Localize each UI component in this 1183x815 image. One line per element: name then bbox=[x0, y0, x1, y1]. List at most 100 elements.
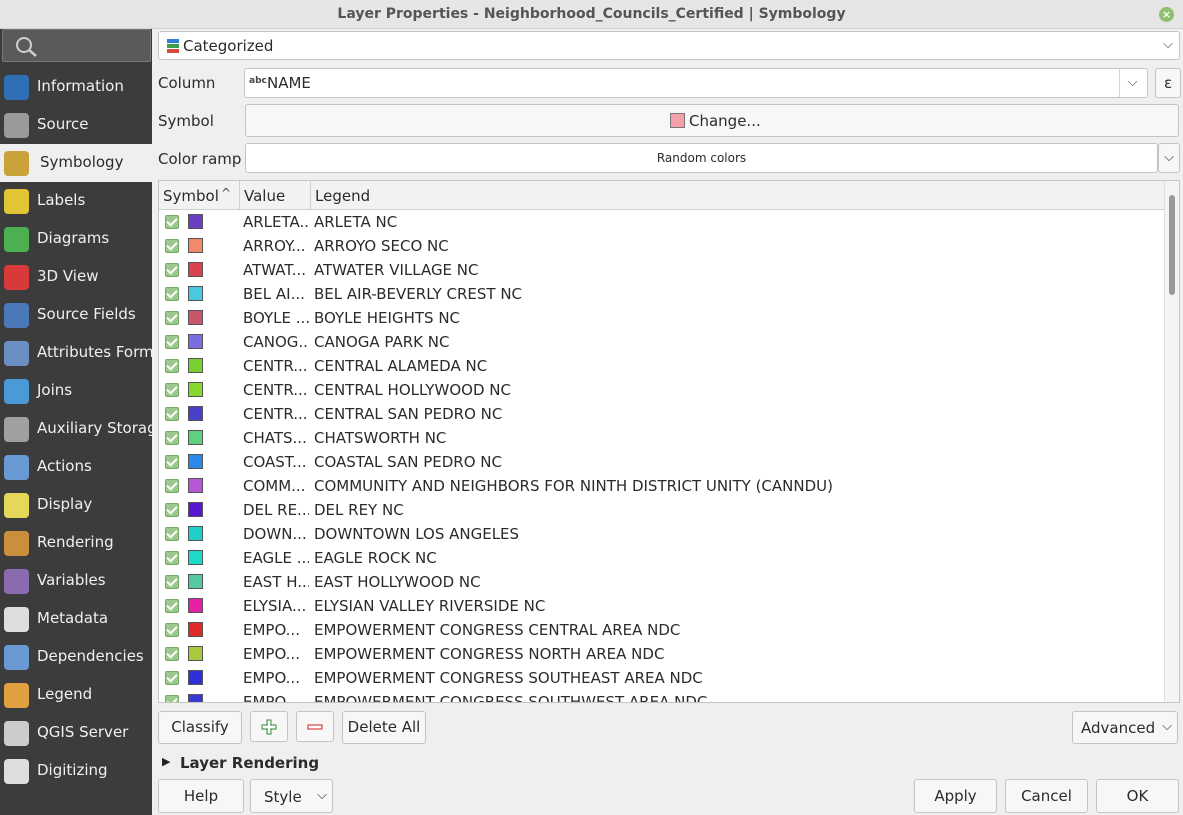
table-row[interactable]: CHATS... CHATSWORTH NC bbox=[159, 426, 1166, 450]
color-ramp-dropdown[interactable]: ⌵ bbox=[1158, 143, 1180, 173]
symbol-swatch[interactable] bbox=[188, 598, 203, 613]
sidebar-item-legend[interactable]: Legend bbox=[0, 676, 152, 714]
table-row[interactable]: EMPO... EMPOWERMENT CONGRESS CENTRAL AREA… bbox=[159, 618, 1166, 642]
category-checkbox[interactable] bbox=[165, 431, 179, 445]
table-row[interactable]: EMPO... EMPOWERMENT CONGRESS SOUTHEAST AR… bbox=[159, 666, 1166, 690]
sidebar-item-3d-view[interactable]: 3D View bbox=[0, 258, 152, 296]
header-value[interactable]: Value bbox=[244, 187, 285, 205]
symbol-swatch[interactable] bbox=[188, 238, 203, 253]
remove-category-button[interactable] bbox=[296, 711, 334, 742]
table-row[interactable]: DOWN... DOWNTOWN LOS ANGELES bbox=[159, 522, 1166, 546]
column-select[interactable]: abc NAME ⌵ bbox=[244, 68, 1148, 98]
table-row[interactable]: EMPO... EMPOWERMENT CONGRESS NORTH AREA N… bbox=[159, 642, 1166, 666]
classify-button[interactable]: Classify bbox=[158, 711, 242, 744]
sidebar-item-labels[interactable]: Labels bbox=[0, 182, 152, 220]
sidebar-item-source-fields[interactable]: Source Fields bbox=[0, 296, 152, 334]
symbol-swatch[interactable] bbox=[188, 382, 203, 397]
renderer-type-select[interactable]: Categorized ⌵ bbox=[158, 31, 1180, 60]
sidebar-item-attributes-form[interactable]: Attributes Form bbox=[0, 334, 154, 372]
sidebar-item-rendering[interactable]: Rendering bbox=[0, 524, 152, 562]
sidebar-item-variables[interactable]: Variables bbox=[0, 562, 152, 600]
symbol-swatch[interactable] bbox=[188, 358, 203, 373]
symbol-swatch[interactable] bbox=[188, 550, 203, 565]
sidebar-item-diagrams[interactable]: Diagrams bbox=[0, 220, 152, 258]
table-row[interactable]: ARLETA... ARLETA NC bbox=[159, 210, 1166, 234]
expression-button[interactable]: ε bbox=[1155, 68, 1181, 98]
symbol-swatch[interactable] bbox=[188, 694, 203, 702]
symbol-swatch[interactable] bbox=[188, 622, 203, 637]
color-ramp-button[interactable]: Random colors bbox=[245, 143, 1158, 173]
table-row[interactable]: COAST... COASTAL SAN PEDRO NC bbox=[159, 450, 1166, 474]
close-icon[interactable]: × bbox=[1159, 7, 1174, 22]
sidebar-item-joins[interactable]: Joins bbox=[0, 372, 152, 410]
categories-table[interactable]: Symbol ^ Value Legend ARLETA... ARLETA NC… bbox=[158, 180, 1180, 703]
symbol-swatch[interactable] bbox=[188, 262, 203, 277]
help-button[interactable]: Help bbox=[158, 779, 244, 813]
category-checkbox[interactable] bbox=[165, 239, 179, 253]
category-checkbox[interactable] bbox=[165, 311, 179, 325]
add-category-button[interactable] bbox=[250, 711, 288, 742]
table-row[interactable]: CENTR... CENTRAL SAN PEDRO NC bbox=[159, 402, 1166, 426]
sidebar-item-auxiliary-storage[interactable]: Auxiliary Storage bbox=[0, 410, 166, 448]
sidebar-item-symbology[interactable]: Symbology bbox=[0, 144, 152, 182]
change-symbol-button[interactable]: Change... bbox=[245, 104, 1179, 137]
header-symbol[interactable]: Symbol bbox=[163, 187, 219, 205]
table-row[interactable]: BOYLE ... BOYLE HEIGHTS NC bbox=[159, 306, 1166, 330]
symbol-swatch[interactable] bbox=[188, 502, 203, 517]
symbol-swatch[interactable] bbox=[188, 286, 203, 301]
search-input[interactable] bbox=[2, 29, 151, 62]
sidebar-item-information[interactable]: Information bbox=[0, 68, 152, 106]
table-row[interactable]: ATWAT... ATWATER VILLAGE NC bbox=[159, 258, 1166, 282]
category-checkbox[interactable] bbox=[165, 551, 179, 565]
table-scrollbar[interactable] bbox=[1164, 181, 1179, 702]
apply-button[interactable]: Apply bbox=[914, 779, 997, 813]
category-checkbox[interactable] bbox=[165, 575, 179, 589]
table-row[interactable]: EAGLE ... EAGLE ROCK NC bbox=[159, 546, 1166, 570]
symbol-swatch[interactable] bbox=[188, 430, 203, 445]
table-row[interactable]: COMM... COMMUNITY AND NEIGHBORS FOR NINTH… bbox=[159, 474, 1166, 498]
style-menu-button[interactable]: Style ⌵ bbox=[250, 779, 333, 813]
category-checkbox[interactable] bbox=[165, 263, 179, 277]
category-checkbox[interactable] bbox=[165, 383, 179, 397]
category-checkbox[interactable] bbox=[165, 671, 179, 685]
table-row[interactable]: CENTR... CENTRAL HOLLYWOOD NC bbox=[159, 378, 1166, 402]
table-row[interactable]: CENTR... CENTRAL ALAMEDA NC bbox=[159, 354, 1166, 378]
symbol-swatch[interactable] bbox=[188, 670, 203, 685]
header-legend[interactable]: Legend bbox=[315, 187, 370, 205]
scrollbar-thumb[interactable] bbox=[1169, 195, 1175, 295]
symbol-swatch[interactable] bbox=[188, 574, 203, 589]
sidebar-item-display[interactable]: Display bbox=[0, 486, 152, 524]
symbol-swatch[interactable] bbox=[188, 478, 203, 493]
table-row[interactable]: ARROY... ARROYO SECO NC bbox=[159, 234, 1166, 258]
ok-button[interactable]: OK bbox=[1096, 779, 1179, 813]
category-checkbox[interactable] bbox=[165, 215, 179, 229]
category-checkbox[interactable] bbox=[165, 335, 179, 349]
table-row[interactable]: ELYSIA... ELYSIAN VALLEY RIVERSIDE NC bbox=[159, 594, 1166, 618]
symbol-swatch[interactable] bbox=[188, 334, 203, 349]
table-row[interactable]: DEL RE... DEL REY NC bbox=[159, 498, 1166, 522]
sidebar-item-qgis-server[interactable]: QGIS Server bbox=[0, 714, 152, 752]
delete-all-button[interactable]: Delete All bbox=[342, 711, 426, 744]
symbol-swatch[interactable] bbox=[188, 454, 203, 469]
table-row[interactable]: BEL AI... BEL AIR-BEVERLY CREST NC bbox=[159, 282, 1166, 306]
symbol-swatch[interactable] bbox=[188, 406, 203, 421]
category-checkbox[interactable] bbox=[165, 407, 179, 421]
category-checkbox[interactable] bbox=[165, 287, 179, 301]
sidebar-item-metadata[interactable]: Metadata bbox=[0, 600, 152, 638]
table-row[interactable]: EMPO... EMPOWERMENT CONGRESS SOUTHWEST AR… bbox=[159, 690, 1166, 702]
symbol-swatch[interactable] bbox=[188, 526, 203, 541]
cancel-button[interactable]: Cancel bbox=[1005, 779, 1088, 813]
table-row[interactable]: EAST H... EAST HOLLYWOOD NC bbox=[159, 570, 1166, 594]
category-checkbox[interactable] bbox=[165, 527, 179, 541]
sidebar-item-dependencies[interactable]: Dependencies bbox=[0, 638, 152, 676]
sidebar-item-digitizing[interactable]: Digitizing bbox=[0, 752, 152, 790]
table-row[interactable]: CANOG... CANOGA PARK NC bbox=[159, 330, 1166, 354]
sidebar-item-source[interactable]: Source bbox=[0, 106, 152, 144]
category-checkbox[interactable] bbox=[165, 623, 179, 637]
category-checkbox[interactable] bbox=[165, 599, 179, 613]
symbol-swatch[interactable] bbox=[188, 214, 203, 229]
symbol-swatch[interactable] bbox=[188, 310, 203, 325]
category-checkbox[interactable] bbox=[165, 503, 179, 517]
sidebar-item-actions[interactable]: Actions bbox=[0, 448, 152, 486]
category-checkbox[interactable] bbox=[165, 359, 179, 373]
